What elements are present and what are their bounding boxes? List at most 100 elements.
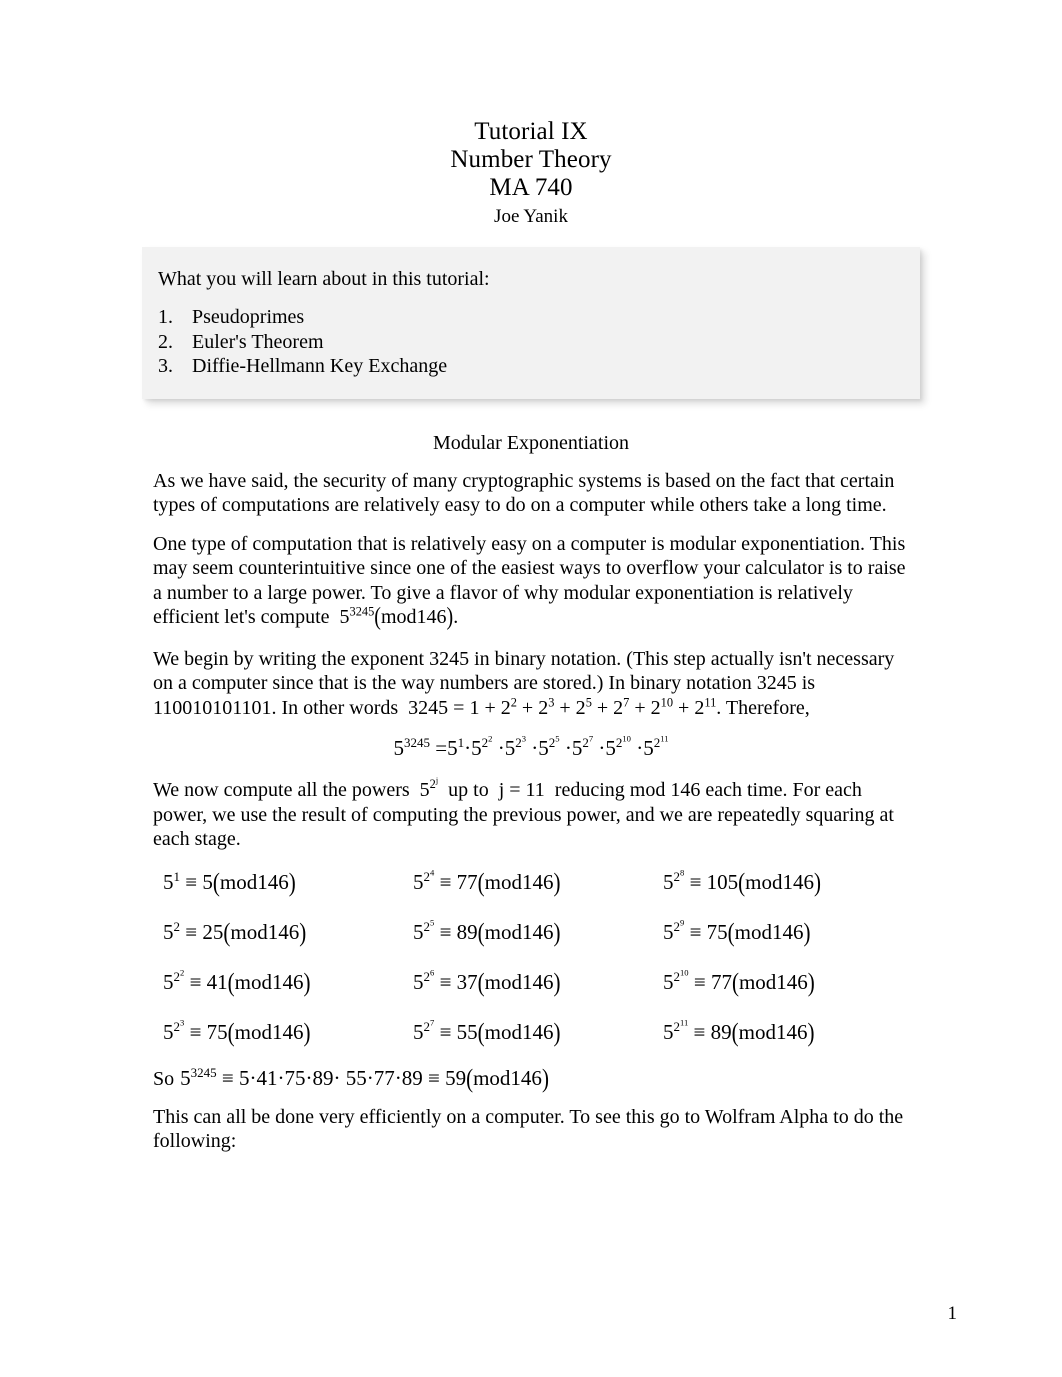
binary-term-2-exp: 3 [548, 694, 555, 709]
result-value: 59 [445, 1065, 467, 1090]
cong-7-mod: mod146 [484, 1019, 554, 1044]
cong-7-exp: 7 [430, 1017, 435, 1028]
eq-lhs-exponent: 3245 [403, 735, 431, 750]
cong-6-exp: 6 [430, 967, 435, 978]
paragraph-4-text-a: We now compute all the powers [153, 779, 410, 801]
result-mod: mod146 [473, 1065, 542, 1090]
paragraph-5: This can all be done very efficiently on… [153, 1105, 904, 1153]
paragraph-1: As we have said, the security of many cr… [153, 469, 895, 517]
cong-8-exp: 8 [680, 867, 685, 878]
document-title-line-2: Number Theory [450, 146, 612, 173]
callout-intro-text: What you will learn about in this tutori… [158, 268, 490, 290]
cong-7-residue: 55 [456, 1019, 478, 1044]
cong-9-residue: 75 [706, 919, 728, 944]
display-equation-body: 53245 =51·522 ·523 ·525 ·527 ·5210 ·5211 [393, 733, 669, 760]
list-item: 3. Diffie-Hellmann Key Exchange [158, 354, 896, 379]
callout-wrapper: What you will learn about in this tutori… [0, 247, 1062, 399]
cong-3-residue: 75 [206, 1019, 228, 1044]
page-number: 1 [947, 1303, 958, 1324]
cong-2-exp: 2 [180, 967, 185, 978]
document-page: Tutorial IX Number Theory MA 740 Joe Yan… [0, 0, 1062, 1377]
inline-math-binary-sum: 3245 = 1 + 22 + 23 + 25 + 27 + 210 + 211 [408, 694, 717, 719]
result-base: 5 [180, 1065, 191, 1090]
binary-term-6-exp: 11 [704, 694, 717, 709]
result-factor-0: 5 [239, 1065, 250, 1090]
list-item-label: Pseudoprimes [192, 306, 305, 328]
cong-9-mod: mod146 [734, 919, 804, 944]
result-factor-1: 41 [256, 1065, 278, 1090]
cong-0-mod: mod146 [219, 869, 289, 894]
result-exponent: 3245 [190, 1064, 217, 1080]
paragraph-4-text-b: up to [448, 779, 489, 801]
cong-6-residue: 37 [456, 969, 478, 994]
list-item-label: Euler's Theorem [192, 330, 324, 353]
cong-4-mod: mod146 [484, 869, 554, 894]
cong-4-residue: 77 [456, 869, 478, 894]
result-factor-2: 75 [284, 1065, 306, 1090]
congruence-cell-0: 51 ≡ 5(mod146) [163, 866, 296, 897]
eq-factor-4: 527 [571, 733, 594, 760]
cong-8-residue: 105 [706, 869, 739, 894]
cong-11-mod: mod146 [738, 1019, 808, 1044]
cong-11-exp: 11 [680, 1017, 689, 1028]
result-math: 53245 ≡ 5·41·75·89· 55·77·89 ≡ 59(mod146… [180, 1062, 549, 1093]
result-line: So 53245 ≡ 5·41·75·89· 55·77·89 ≡ 59(mod1… [0, 1062, 1062, 1093]
binary-term-3-exp: 5 [585, 694, 592, 709]
congruence-cell-6: 526 ≡ 37(mod146) [413, 966, 561, 997]
list-item-number: 3. [158, 355, 173, 377]
list-item-number: 2. [158, 330, 173, 353]
congruence-cell-7: 527 ≡ 55(mod146) [413, 1016, 561, 1047]
paragraph-2-text: One type of computation that is relative… [153, 532, 906, 629]
cong-0-residue: 5 [202, 869, 213, 894]
cong-5-mod: mod146 [484, 919, 554, 944]
eq-factor-5: 5210 [605, 733, 631, 760]
list-item: 2. Euler's Theorem [158, 330, 896, 355]
cong-10-mod: mod146 [738, 969, 808, 994]
eq-factor-3: 525 [538, 733, 560, 760]
congruence-cell-10: 5210 ≡ 77(mod146) [663, 966, 815, 997]
math-mod-label: mod146 [380, 606, 447, 628]
result-prefix: So [153, 1067, 175, 1090]
congruence-cell-11: 5211 ≡ 89(mod146) [663, 1016, 815, 1047]
paragraph-3: We begin by writing the exponent 3245 in… [0, 647, 1062, 721]
congruence-cell-2: 522 ≡ 41(mod146) [163, 966, 311, 997]
paragraph-2: One type of computation that is relative… [0, 532, 1062, 632]
cong-3-exp: 3 [180, 1017, 185, 1028]
math-exponent: 3245 [349, 604, 375, 619]
open-paren: ( [374, 602, 381, 632]
cong-2-mod: mod146 [234, 969, 304, 994]
paragraph-3-text-b: . Therefore, [716, 696, 810, 719]
binary-term-1-exp: 2 [510, 694, 517, 709]
result-factor-4: 55 [345, 1065, 367, 1090]
math-base: 5 [339, 606, 350, 628]
cong-0-exp: 1 [173, 868, 181, 884]
cong-6-mod: mod146 [484, 969, 554, 994]
inline-math-5-pow-2-pow-j: 52j [419, 776, 439, 801]
congruence-cell-1: 52 ≡ 25(mod146) [163, 916, 307, 947]
cong-10-residue: 77 [710, 969, 732, 994]
learning-objectives-box: What you will learn about in this tutori… [142, 247, 920, 399]
cong-2-residue: 41 [206, 969, 228, 994]
display-equation-5-pow-3245: 53245 =51·522 ·523 ·525 ·527 ·5210 ·5211 [0, 733, 1062, 761]
eq-equals: = [435, 736, 448, 760]
learning-objectives-list: 1. Pseudoprimes 2. Euler's Theorem 3. Di… [158, 305, 896, 379]
binary-term-4-exp: 7 [623, 694, 630, 709]
congruence-grid: 51 ≡ 5(mod146) 524 ≡ 77(mod146) 528 ≡ 10… [0, 866, 1062, 1047]
binary-sum-value: 3245 [408, 696, 449, 719]
document-title-line-3: MA 740 [489, 174, 573, 201]
result-factor-3: 89 [312, 1065, 334, 1090]
cong-10-exp: 10 [680, 967, 689, 978]
list-item-label: Diffie-Hellmann Key Exchange [192, 355, 448, 377]
result-factor-6: 89 [401, 1065, 423, 1090]
paragraph-4: We now compute all the powers 52j up to … [0, 776, 1062, 852]
list-item-number: 1. [158, 306, 173, 328]
congruence-cell-3: 523 ≡ 75(mod146) [163, 1016, 311, 1047]
result-factor-5: 77 [373, 1065, 395, 1090]
eq-factor-6: 5211 [643, 733, 669, 760]
eq-factor-0: 51 [447, 735, 465, 760]
inline-math-j-equals-11: j = 11 [498, 779, 545, 801]
cong-5-residue: 89 [456, 919, 478, 944]
binary-term-5-exp: 10 [660, 694, 674, 709]
binary-term-0: 1 [469, 696, 480, 719]
cong-9-exp: 9 [680, 917, 685, 928]
